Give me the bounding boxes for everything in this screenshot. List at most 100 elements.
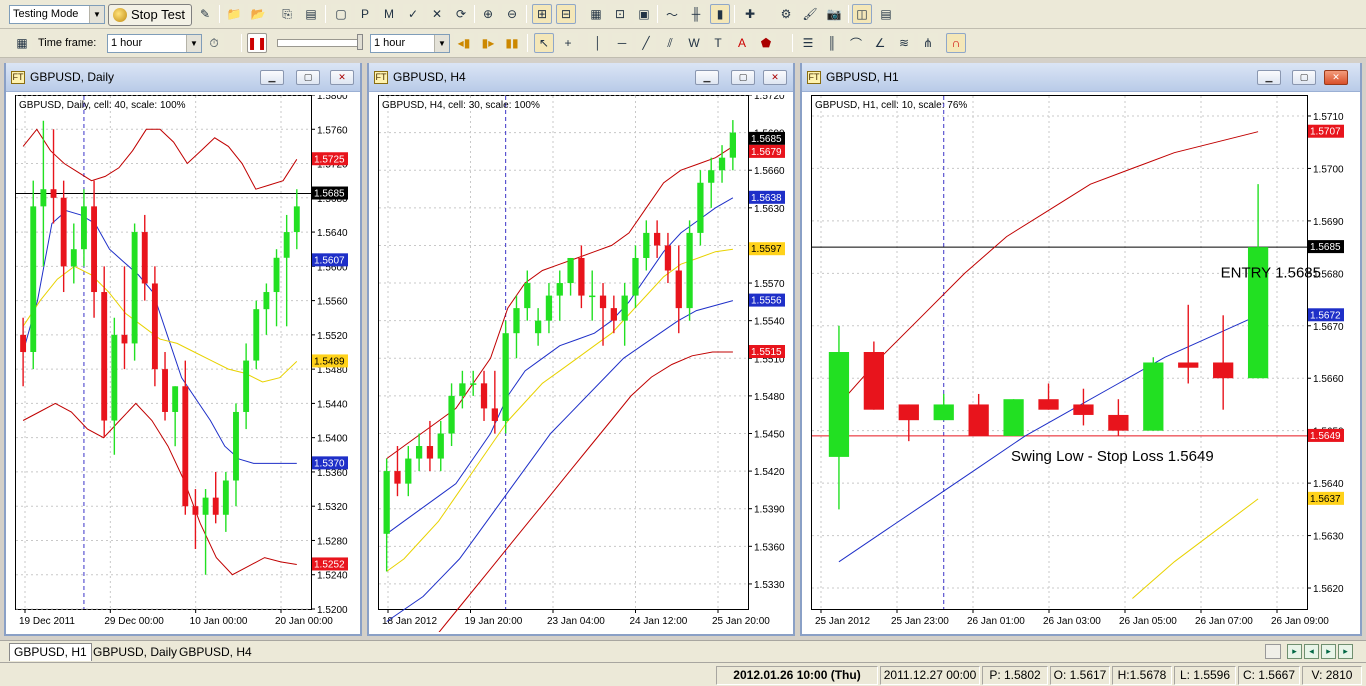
x-tick-label: 19 Dec 2011 xyxy=(19,616,75,627)
chart-window-h4[interactable]: FT GBPUSD, H4 ▁ ▢ ✕ 18 Jan 2012 19 Jan 20… xyxy=(367,63,795,636)
tile-windows-icon[interactable]: ⊞ xyxy=(532,4,552,24)
camera-icon[interactable]: 📷 xyxy=(824,4,844,24)
close-doc-icon[interactable]: ✕ xyxy=(427,4,447,24)
minimize-button[interactable]: ▁ xyxy=(260,70,284,85)
candle-body xyxy=(480,383,488,409)
chart-window-daily[interactable]: FT GBPUSD, Daily ▁ ▢ ✕ 19 Dec 2011 29 Dec… xyxy=(4,63,362,636)
close-button[interactable]: ✕ xyxy=(763,70,787,85)
tester-settings-icon[interactable]: ✎ xyxy=(195,4,215,24)
fibo-timezones-icon[interactable]: ║ xyxy=(822,33,842,53)
window-icon[interactable]: ▣ xyxy=(634,4,654,24)
candle-body xyxy=(437,433,444,459)
h4-chart[interactable]: 18 Jan 2012 19 Jan 20:00 23 Jan 04:00 24 Ja… xyxy=(378,95,791,632)
period-next-icon[interactable]: ▮▸ xyxy=(478,33,498,53)
magnet-icon[interactable]: ∩ xyxy=(946,33,966,53)
fibo-levels-icon[interactable]: ☰ xyxy=(798,33,818,53)
chart-window-h1[interactable]: FT GBPUSD, H1 ▁ ▢ ✕ 25 Jan 2012 25 Jan 23… xyxy=(800,63,1362,636)
timeframe-chart-icon[interactable]: ▦ xyxy=(12,33,32,53)
window-title: GBPUSD, H4 xyxy=(393,70,466,84)
refresh-icon[interactable]: ⟳ xyxy=(451,4,471,24)
tab-prev-icon[interactable]: ◂ xyxy=(1304,644,1319,659)
fibo-arcs-icon[interactable]: ⌒ xyxy=(846,33,866,53)
maximize-button[interactable]: ▢ xyxy=(1292,70,1316,85)
period-back-icon[interactable]: ◂▮ xyxy=(454,33,474,53)
mode-select[interactable]: Testing Mode ▼ xyxy=(9,5,105,24)
timeframe-select[interactable]: 1 hour ▼ xyxy=(107,34,202,53)
stop-test-button[interactable]: Stop Test xyxy=(108,4,192,26)
gann-fan-icon[interactable]: ∠ xyxy=(870,33,890,53)
candle-body xyxy=(898,404,919,421)
tab-scroll[interactable] xyxy=(1265,644,1281,659)
candle-body xyxy=(80,206,87,250)
price-tag-label: 1.5679 xyxy=(751,147,782,158)
stop-test-icon xyxy=(113,8,127,22)
tab-first-icon[interactable]: ▸ xyxy=(1287,644,1302,659)
y-tick-label: 1.5570 xyxy=(754,279,785,290)
check-icon[interactable]: ✓ xyxy=(403,4,423,24)
new-folder-icon[interactable]: 📁 xyxy=(224,4,244,24)
media-icon[interactable]: ▤ xyxy=(301,4,321,24)
channel-icon[interactable]: ⫽ xyxy=(660,33,680,53)
vertical-line-icon[interactable]: │ xyxy=(588,33,608,53)
text-icon[interactable]: T xyxy=(708,33,728,53)
h1-chart[interactable]: 25 Jan 2012 25 Jan 23:00 26 Jan 01:00 26 Ja… xyxy=(811,95,1358,632)
print-preview-icon[interactable]: P xyxy=(355,4,375,24)
candlestick-chart-icon[interactable]: ▮ xyxy=(710,4,730,24)
trendline-icon[interactable]: ╱ xyxy=(636,33,656,53)
minimize-button[interactable]: ▁ xyxy=(695,70,719,85)
cursor-icon[interactable]: ↖ xyxy=(534,33,554,53)
minimize-button[interactable]: ▁ xyxy=(1257,70,1281,85)
data-window-icon[interactable]: ▤ xyxy=(876,4,896,24)
candle-body xyxy=(383,471,390,534)
speed-slider[interactable] xyxy=(277,34,363,50)
andrews-pitchfork-icon[interactable]: ⋔ xyxy=(918,33,938,53)
elliott-wave-icon[interactable]: W xyxy=(684,33,704,53)
y-tick-label: 1.5630 xyxy=(754,204,785,215)
profiles-icon[interactable]: 📂 xyxy=(248,4,268,24)
arrows-icon[interactable]: ⬟ xyxy=(756,33,776,53)
navigator-icon[interactable]: ◫ xyxy=(852,4,872,24)
line-chart-icon[interactable]: 〜 xyxy=(662,4,682,24)
candle-body xyxy=(729,132,736,158)
chart-window-icon: FT xyxy=(807,71,821,84)
template-icon[interactable]: ⊡ xyxy=(610,4,630,24)
period-select[interactable]: 1 hour ▼ xyxy=(370,34,450,53)
daily-chart[interactable]: 19 Dec 2011 29 Dec 00:00 10 Jan 00:00 20 Ja… xyxy=(15,95,358,632)
close-button[interactable]: ✕ xyxy=(330,70,354,85)
candle-body xyxy=(101,292,108,421)
indicator-add-icon[interactable]: ✚ xyxy=(740,4,760,24)
zoom-out-icon[interactable]: ⊖ xyxy=(502,4,522,24)
stop-test-label: Stop Test xyxy=(131,7,185,22)
horizontal-line-icon[interactable]: ─ xyxy=(612,33,632,53)
zoom-in-icon[interactable]: ⊕ xyxy=(478,4,498,24)
x-tick-label: 25 Jan 23:00 xyxy=(891,616,949,627)
candle-body xyxy=(1003,399,1024,436)
period-skip-icon[interactable]: ▮▮ xyxy=(502,33,522,53)
pause-icon[interactable]: ❚❚ xyxy=(247,33,267,53)
new-document-icon[interactable]: ▢ xyxy=(331,4,351,24)
brush-icon[interactable]: 🖌 xyxy=(800,4,820,24)
tab-gbpusd-h4[interactable]: GBPUSD, H4 xyxy=(174,643,257,661)
time-settings-icon[interactable]: ⏱ xyxy=(204,33,224,53)
maximize-button[interactable]: ▢ xyxy=(296,70,320,85)
fibo-channel-icon[interactable]: ≋ xyxy=(894,33,914,53)
status-open: O: 1.5617 xyxy=(1050,666,1110,685)
maximize-button[interactable]: ▢ xyxy=(731,70,755,85)
close-button[interactable]: ✕ xyxy=(1324,70,1348,85)
arrange-windows-icon[interactable]: ⊟ xyxy=(556,4,576,24)
tab-next-icon[interactable]: ▸ xyxy=(1321,644,1336,659)
chart-properties-icon[interactable]: ▦ xyxy=(586,4,606,24)
tab-gbpusd-daily[interactable]: GBPUSD, Daily xyxy=(88,643,182,661)
expert-icon[interactable]: ⚙ xyxy=(776,4,796,24)
candle-body xyxy=(20,334,27,352)
metaeditor-icon[interactable]: M xyxy=(379,4,399,24)
candle-body xyxy=(524,283,531,309)
text-label-icon[interactable]: A xyxy=(732,33,752,53)
tab-gbpusd-h1[interactable]: GBPUSD, H1 xyxy=(9,643,92,661)
bar-chart-icon[interactable]: ╫ xyxy=(686,4,706,24)
copy-icon[interactable]: ⎘ xyxy=(277,4,297,24)
tab-last-icon[interactable]: ▸ xyxy=(1338,644,1353,659)
status-bar-time: 2011.12.27 00:00 xyxy=(880,666,980,685)
secondary-toolbar: ▦ Time frame: 1 hour ▼ ⏱ ❚❚ 1 hour ▼ ◂▮ … xyxy=(0,29,1366,58)
crosshair-icon[interactable]: + xyxy=(558,33,578,53)
